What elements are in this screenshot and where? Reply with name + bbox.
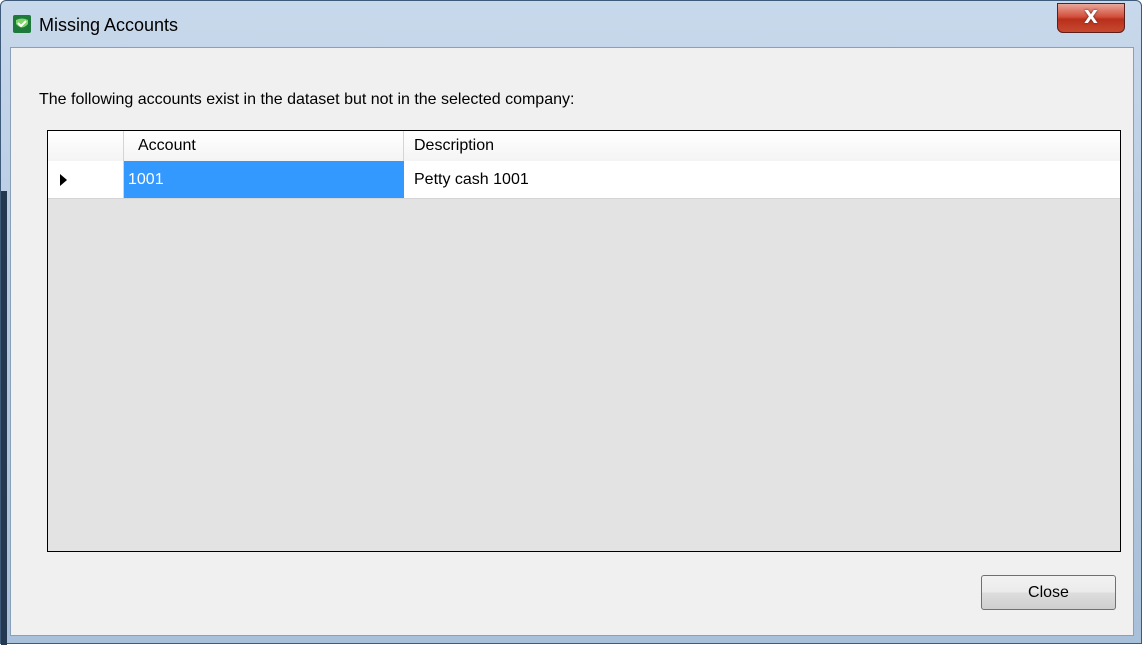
app-shield-icon [13,15,31,33]
info-message: The following accounts exist in the data… [39,91,575,108]
window-title: Missing Accounts [39,15,179,35]
cell-description[interactable]: Petty cash 1001 [404,161,1120,198]
accounts-grid[interactable]: Account Description 1001 Petty cash 1001 [47,130,1121,552]
dialog-body: The following accounts exist in the data… [10,47,1134,636]
window-close-button[interactable]: X [1057,3,1125,33]
grid-header: Account Description [48,131,1120,162]
title-bar[interactable]: Missing Accounts X [1,1,1141,47]
cell-account[interactable]: 1001 [124,161,404,198]
column-header-account[interactable]: Account [124,131,404,161]
column-header-description[interactable]: Description [404,131,1120,161]
missing-accounts-dialog: Missing Accounts X The following account… [0,0,1142,645]
row-header[interactable] [48,161,124,198]
window-edge-shadow [1,191,7,645]
grid-corner-header[interactable] [48,131,124,161]
table-row[interactable]: 1001 Petty cash 1001 [48,161,1120,199]
current-row-arrow-icon [60,174,67,186]
close-button[interactable]: Close [981,575,1116,610]
close-icon: X [1084,7,1098,28]
